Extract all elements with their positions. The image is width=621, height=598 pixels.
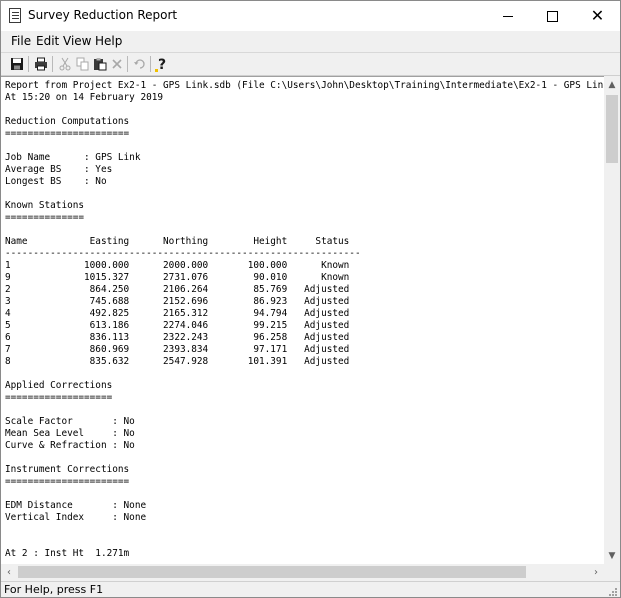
paste-button[interactable] <box>91 55 109 73</box>
maximize-button[interactable] <box>530 1 575 31</box>
undo-icon <box>134 59 145 69</box>
report-text: Report from Project Ex2-1 - GPS Link.sdb… <box>5 80 604 559</box>
minimize-button[interactable] <box>485 1 530 31</box>
menu-bar: File Edit View Help <box>1 31 620 53</box>
close-button[interactable]: ✕ <box>575 1 620 31</box>
resize-grip-icon[interactable] <box>608 587 618 597</box>
print-icon <box>35 57 47 71</box>
menu-file[interactable]: File <box>11 34 31 48</box>
status-bar: For Help, press F1 <box>1 581 620 597</box>
delete-icon <box>112 59 122 69</box>
scroll-left-arrow-icon[interactable]: ‹ <box>1 564 17 580</box>
save-icon <box>11 58 23 70</box>
help-icon: ? <box>155 57 166 72</box>
report-app-icon <box>9 8 21 23</box>
svg-text:?: ? <box>158 57 166 72</box>
minimize-icon <box>502 15 513 17</box>
print-button[interactable] <box>32 55 50 73</box>
menu-edit[interactable]: Edit <box>36 34 59 48</box>
report-view[interactable]: Report from Project Ex2-1 - GPS Link.sdb… <box>1 76 604 565</box>
scroll-right-arrow-icon[interactable]: › <box>588 564 604 580</box>
vertical-scroll-thumb[interactable] <box>606 95 618 163</box>
paste-icon <box>94 58 107 71</box>
undo-button[interactable] <box>131 55 149 73</box>
toolbar: ? <box>1 53 620 76</box>
scroll-down-arrow-icon[interactable]: ▼ <box>604 547 620 564</box>
maximize-icon <box>547 10 558 22</box>
close-icon: ✕ <box>590 6 605 25</box>
window-title: Survey Reduction Report <box>28 8 178 22</box>
title-bar[interactable]: Survey Reduction Report ✕ <box>1 1 620 31</box>
scrollbar-corner <box>604 564 620 580</box>
copy-icon <box>76 57 89 71</box>
save-button[interactable] <box>8 55 26 73</box>
menu-view[interactable]: View <box>63 34 91 48</box>
report-window: Survey Reduction Report ✕ File Edit View… <box>0 0 621 598</box>
horizontal-scrollbar[interactable]: ‹ › <box>1 564 604 580</box>
help-button[interactable]: ? <box>153 55 171 73</box>
copy-button[interactable] <box>74 55 92 73</box>
menu-help[interactable]: Help <box>95 34 122 48</box>
scroll-up-arrow-icon[interactable]: ▲ <box>604 76 620 93</box>
horizontal-scroll-thumb[interactable] <box>18 566 526 578</box>
delete-button[interactable] <box>108 55 126 73</box>
cut-button[interactable] <box>56 55 74 73</box>
cut-icon <box>59 57 71 71</box>
status-text: For Help, press F1 <box>4 583 104 596</box>
vertical-scrollbar[interactable]: ▲ ▼ <box>604 76 620 564</box>
